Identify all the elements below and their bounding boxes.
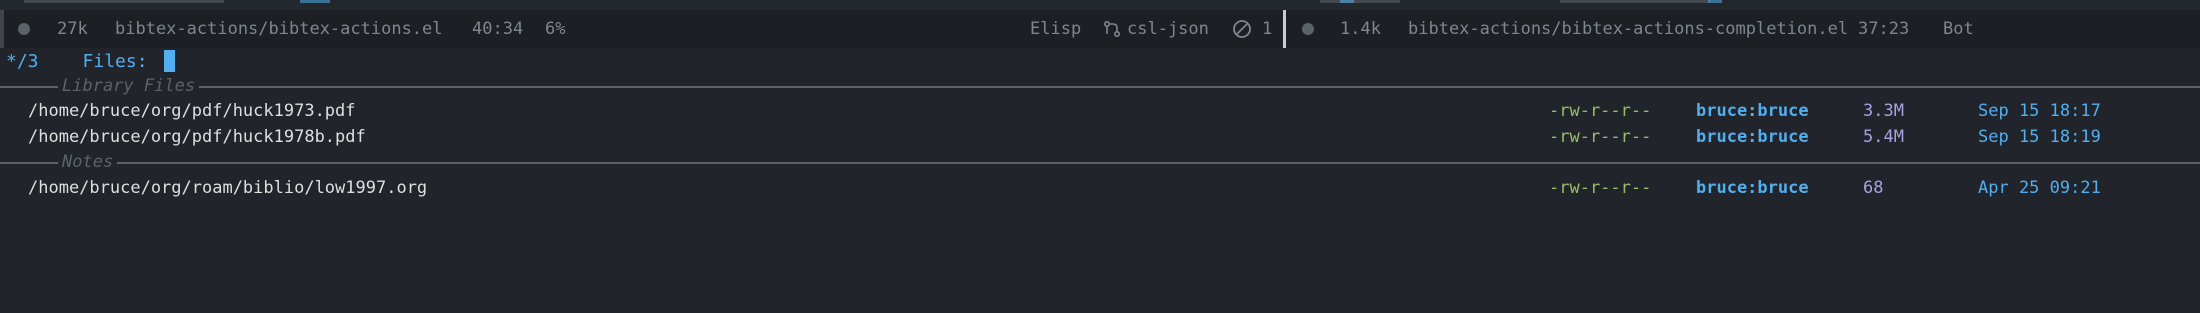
candidate-count: */3 [6,50,39,72]
file-permissions: -rw-r--r-- [1549,126,1652,147]
buffer-size: 27k [57,19,88,39]
buffer-size: 1.4k [1340,19,1381,39]
cursor-position: 40:34 [472,19,524,39]
file-date: Apr 25 09:21 [1978,177,2101,198]
buffer-percent: 6% [545,19,566,39]
file-size: 68 [1863,177,1884,198]
file-path: /home/bruce/org/pdf/huck1973.pdf [28,100,356,121]
vcs-branch[interactable]: csl-json [1127,10,1209,48]
file-date: Sep 15 18:17 [1978,100,2101,121]
file-owner: bruce:bruce [1696,177,1809,198]
minibuffer-prompt[interactable]: */3 Files: [6,48,175,74]
modeline-right-window[interactable]: 1.4k bibtex-actions/bibtex-actions-compl… [1290,10,2200,48]
file-owner: bruce:bruce [1696,126,1809,147]
file-owner: bruce:bruce [1696,100,1809,121]
git-branch-icon [1103,10,1121,48]
modeline-left-window[interactable]: 27k bibtex-actions/bibtex-actions.el 40:… [0,10,1284,48]
emacs-frame: 27k bibtex-actions/bibtex-actions.el 40:… [0,0,2200,313]
modified-dot-icon [18,10,30,48]
buffer-percent: Bot [1943,19,1974,39]
file-permissions: -rw-r--r-- [1549,100,1652,121]
modified-dot-icon [1302,10,1314,48]
file-path: /home/bruce/org/pdf/huck1978b.pdf [28,126,366,147]
sliver-accent [1708,0,1722,3]
previous-line-sliver [0,0,2200,10]
sliver-text [1560,0,1710,3]
sliver-text [24,0,224,3]
modeline: 27k bibtex-actions/bibtex-actions.el 40:… [0,10,2200,48]
file-size: 3.3M [1863,100,1904,121]
text-cursor[interactable] [163,50,175,72]
group-title: Notes [58,150,118,174]
candidate-row[interactable]: /home/bruce/org/pdf/huck1978b.pdf -rw-r-… [0,124,2200,149]
group-divider [0,162,2200,164]
file-date: Sep 15 18:19 [1978,126,2101,147]
sliver-accent [1340,0,1354,3]
checker-count[interactable]: 1 [1262,10,1272,48]
group-header-notes: Notes [0,150,2200,174]
sliver-text [1320,0,1400,3]
group-title: Library Files [58,74,200,98]
group-header-library-files: Library Files [0,74,2200,98]
prompt-label: Files: [82,50,148,72]
cursor-position: 37:23 [1858,19,1910,39]
sliver-accent [300,0,330,3]
file-path: /home/bruce/org/roam/biblio/low1997.org [28,177,428,198]
candidate-row[interactable]: /home/bruce/org/roam/biblio/low1997.org … [0,175,2200,200]
buffer-name[interactable]: bibtex-actions/bibtex-actions-completion… [1408,10,1848,48]
buffer-name[interactable]: bibtex-actions/bibtex-actions.el [115,10,443,48]
major-mode[interactable]: Elisp [1030,10,1081,48]
candidate-row[interactable]: /home/bruce/org/pdf/huck1973.pdf -rw-r--… [0,98,2200,123]
checker-icon [1232,10,1252,48]
window-divider[interactable] [1283,10,1286,48]
group-divider [0,86,2200,88]
file-permissions: -rw-r--r-- [1549,177,1652,198]
file-size: 5.4M [1863,126,1904,147]
